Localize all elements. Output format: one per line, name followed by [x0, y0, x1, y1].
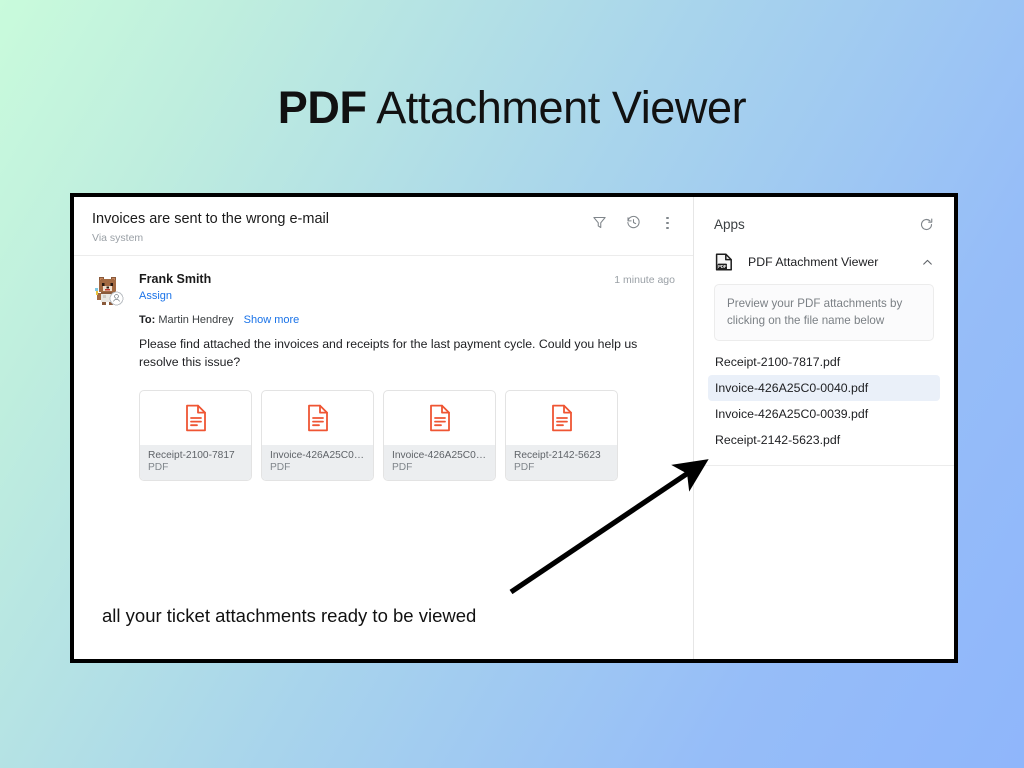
assign-link[interactable]: Assign — [139, 290, 675, 302]
app-hint-text: Preview your PDF attachments by clicking… — [714, 284, 934, 341]
pdf-file-row[interactable]: Receipt-2100-7817.pdf — [708, 349, 940, 375]
attachment-type: PDF — [392, 461, 413, 473]
attachment-meta: Receipt-2100-7817 PDF — [140, 444, 251, 480]
attachment-type: PDF — [514, 461, 535, 473]
message-body: Please find attached the invoices and re… — [139, 337, 638, 369]
pdf-file-list: Receipt-2100-7817.pdf Invoice-426A25C0-0… — [694, 349, 954, 453]
history-icon[interactable] — [626, 215, 641, 230]
app-name: PDF Attachment Viewer — [748, 255, 879, 269]
page-title-light: Attachment Viewer — [376, 82, 747, 133]
ticket-header-actions — [592, 210, 675, 230]
attachment-thumbnail — [262, 391, 373, 445]
apps-divider — [694, 464, 954, 466]
app-window: Invoices are sent to the wrong e-mail Vi… — [70, 193, 958, 663]
attachment-card[interactable]: Receipt-2100-7817 PDF — [139, 389, 252, 481]
attachment-meta: Invoice-426A25C0-0040 PDF — [262, 444, 373, 480]
ticket-source: Via system — [92, 232, 144, 245]
recipient-name: Martin Hendrey — [158, 314, 234, 327]
show-more-link[interactable]: Show more — [244, 314, 300, 326]
attachment-card[interactable]: Receipt-2142-5623 PDF — [505, 389, 618, 481]
filter-icon[interactable] — [592, 215, 607, 230]
attachment-thumbnail — [140, 391, 251, 445]
chevron-up-icon[interactable] — [921, 256, 934, 269]
app-entry-pdf-attachment-viewer[interactable]: PDF PDF Attachment Viewer — [694, 232, 954, 272]
message-sender: Frank Smith — [139, 272, 212, 287]
avatar — [92, 273, 125, 306]
annotation-caption: all your ticket attachments ready to be … — [102, 605, 477, 626]
refresh-icon[interactable] — [919, 217, 934, 232]
attachment-type: PDF — [270, 461, 291, 473]
pdf-file-row[interactable]: Invoice-426A25C0-0039.pdf — [708, 401, 940, 427]
attachment-name: Invoice-426A25C0-0040 — [270, 449, 365, 461]
ticket-header: Invoices are sent to the wrong e-mail Vi… — [74, 197, 693, 257]
svg-text:PDF: PDF — [718, 264, 727, 269]
pdf-file-icon: PDF — [714, 252, 734, 272]
attachment-card[interactable]: Invoice-426A25C0-0039 PDF — [383, 389, 496, 481]
more-options-icon[interactable] — [660, 216, 675, 230]
page-title: PDF Attachment Viewer — [0, 82, 1024, 134]
apps-title: Apps — [714, 217, 745, 232]
pdf-file-row-selected[interactable]: Invoice-426A25C0-0040.pdf — [708, 374, 940, 401]
attachment-card-list: Receipt-2100-7817 PDF Invoice-426A25C0-0… — [139, 389, 675, 485]
attachment-meta: Invoice-426A25C0-0039 PDF — [384, 444, 495, 480]
ticket-subject: Invoices are sent to the wrong e-mail — [92, 211, 329, 227]
attachment-thumbnail — [506, 391, 617, 445]
attachment-thumbnail — [384, 391, 495, 445]
apps-pane: Apps PDF PDF Attachment Viewer Preview y… — [694, 197, 954, 659]
attachment-card[interactable]: Invoice-426A25C0-0040 PDF — [261, 389, 374, 481]
attachment-name: Receipt-2100-7817 — [148, 449, 235, 461]
recipient-line: To: Martin Hendrey Show more — [139, 314, 675, 326]
recipient-label: To: — [139, 314, 156, 327]
attachment-name: Receipt-2142-5623 — [514, 449, 601, 461]
ticket-message: Frank Smith 1 minute ago Assign To: Mart… — [74, 256, 693, 485]
message-timestamp: 1 minute ago — [614, 274, 675, 287]
attachment-type: PDF — [148, 461, 169, 473]
attachment-name: Invoice-426A25C0-0039 — [392, 449, 487, 461]
attachment-meta: Receipt-2142-5623 PDF — [506, 444, 617, 480]
ticket-pane: Invoices are sent to the wrong e-mail Vi… — [74, 197, 694, 659]
page-title-strong: PDF — [277, 82, 367, 133]
pdf-file-row[interactable]: Receipt-2142-5623.pdf — [708, 427, 940, 453]
apps-header: Apps — [694, 197, 954, 232]
